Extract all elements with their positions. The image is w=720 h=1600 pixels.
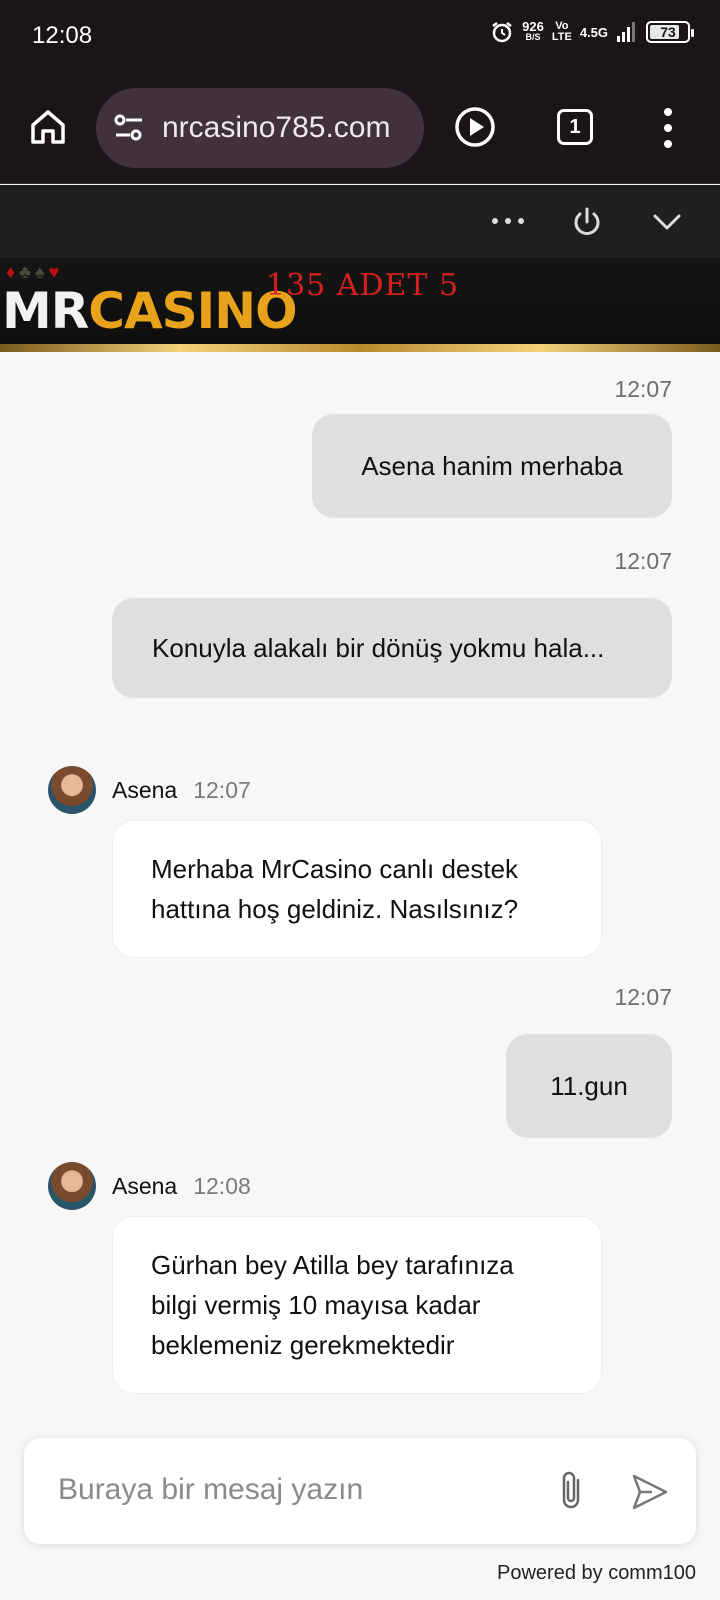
user-message-bubble: Asena hanim merhaba [312,414,672,518]
tune-icon[interactable] [112,111,146,145]
message-time: 12:07 [614,548,672,574]
signal-icon [617,22,635,42]
agent-name: Asena [112,776,178,803]
message-text: Konuyla alakalı bir dönüş yokmu hala... [152,633,605,663]
casino-banner: ♦♣♠♥ MRCASINO 135 ADET 5 [0,258,720,352]
card-suits-decoration: ♦♣♠♥ [6,262,64,282]
agent-message-bubble: Merhaba MrCasino canlı destek hattına ho… [112,820,602,958]
chevron-down-icon[interactable] [650,205,684,239]
message-text: Asena hanim merhaba [361,451,623,481]
address-bar[interactable]: nrcasino785.com [96,88,424,168]
volte-indicator: Vo LTE [552,21,572,43]
message-text: Merhaba MrCasino canlı destek hattına ho… [151,854,519,924]
message-time: 12:07 [614,984,672,1010]
alarm-icon [492,22,512,43]
user-message-bubble: 11.gun [506,1034,672,1138]
paperclip-icon[interactable] [554,1468,588,1514]
message-time: 12:08 [193,1172,251,1199]
more-horiz-icon[interactable] [492,218,524,224]
message-list[interactable]: 12:07 Asena hanim merhaba 12:07 Konuyla … [0,352,720,1432]
chat-header [0,185,720,258]
volte-bottom: LTE [551,31,572,43]
agent-header: Asena 12:08 [48,1162,251,1210]
powered-by-label[interactable]: Powered by comm100 [497,1562,696,1585]
promo-text: 135 ADET 5 [266,268,460,303]
battery-level: 73 [660,24,676,40]
browser-toolbar: nrcasino785.com 1 [0,72,720,184]
agent-header: Asena 12:07 [48,766,251,814]
casino-logo: MRCASINO [2,282,298,340]
tab-switcher-button[interactable]: 1 [557,109,593,145]
send-icon[interactable] [630,1472,670,1512]
message-composer [24,1438,696,1544]
net-speed-value: 926 [522,19,544,34]
message-time: 12:07 [614,376,672,402]
url-text: nrcasino785.com [162,111,391,144]
more-vert-icon[interactable] [660,108,676,148]
tab-count: 1 [569,115,581,138]
status-bar: 12:08 926 B/S Vo LTE 4.5G 73 [0,0,720,72]
banner-gold-border [0,344,720,352]
network-type: 4.5G [579,24,608,40]
message-text: 11.gun [550,1071,628,1101]
user-message-bubble: Konuyla alakalı bir dönüş yokmu hala... [112,598,672,698]
power-icon[interactable] [570,205,604,239]
battery-icon: 73 [646,21,694,43]
avatar [48,766,96,814]
message-input[interactable] [58,1468,538,1512]
home-icon[interactable] [28,107,68,147]
play-icon[interactable] [454,106,496,148]
logo-mr: MR [2,282,89,340]
agent-message-bubble: Gürhan bey Atilla bey tarafınıza bilgi v… [112,1216,602,1394]
avatar [48,1162,96,1210]
net-speed: 926 B/S [522,19,544,43]
message-text: Gürhan bey Atilla bey tarafınıza bilgi v… [151,1250,514,1360]
agent-name: Asena [112,1172,178,1199]
status-icons: 926 B/S Vo LTE 4.5G 73 [490,19,694,44]
status-time: 12:08 [32,22,93,49]
message-time: 12:07 [193,776,251,803]
